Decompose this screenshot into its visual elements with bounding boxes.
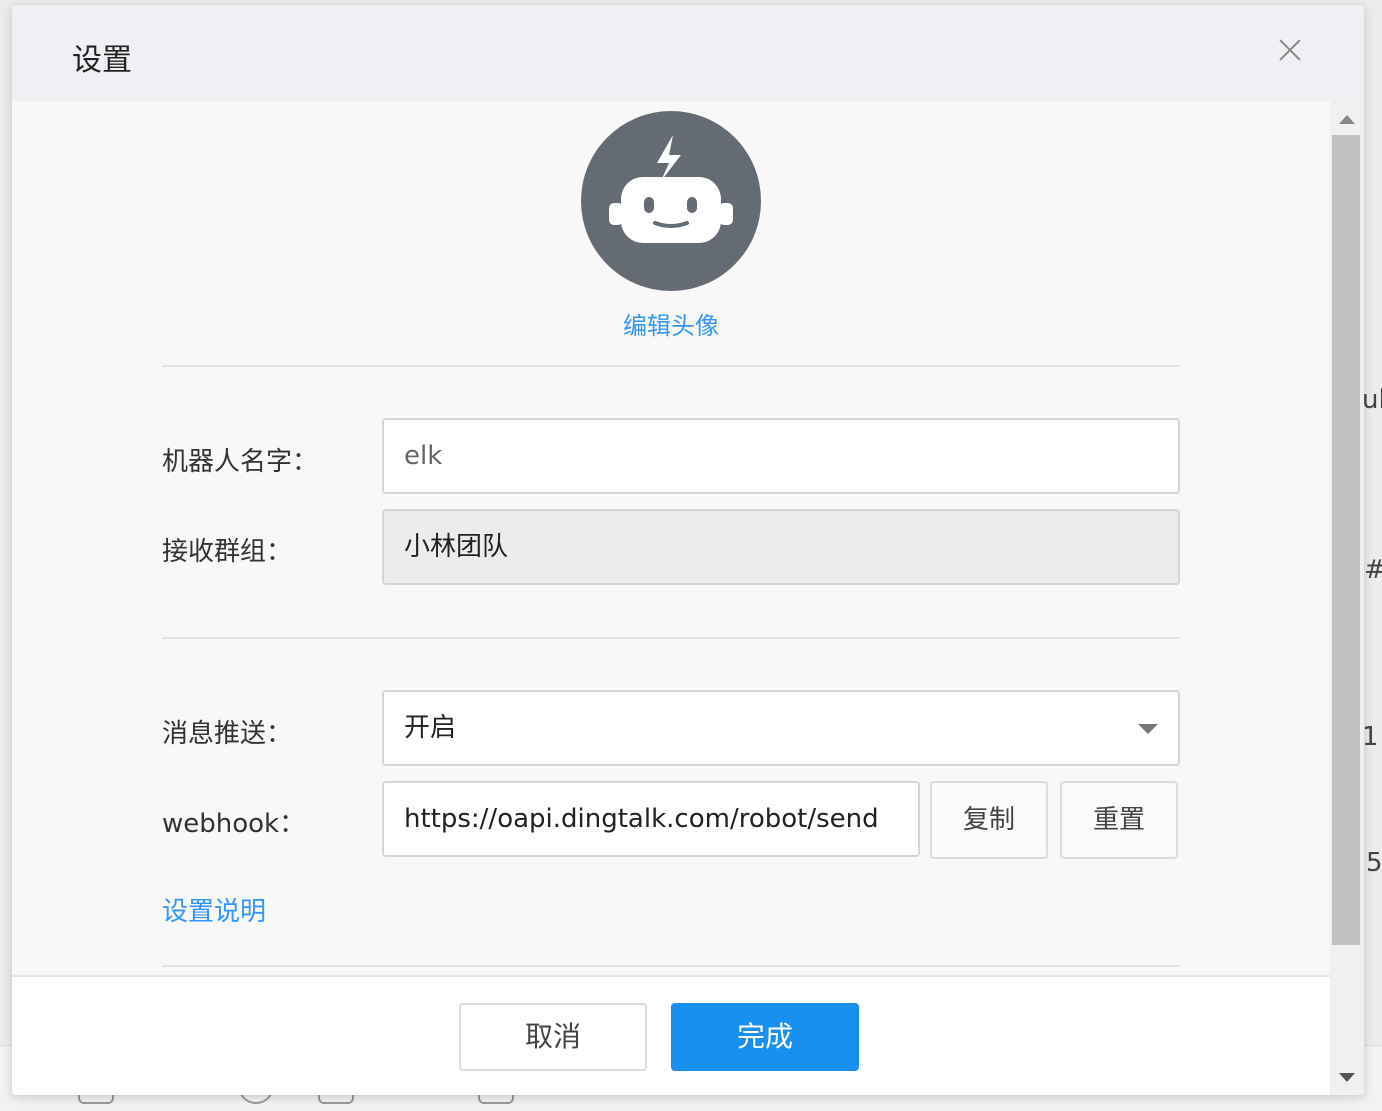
robot-name-input[interactable]: elk	[382, 418, 1180, 494]
group-label: 接收群组：	[162, 537, 293, 567]
edit-avatar-link[interactable]: 编辑头像	[572, 306, 770, 341]
reset-button[interactable]: 重置	[1060, 781, 1178, 859]
push-select[interactable]: 开启	[382, 690, 1180, 766]
scrollbar[interactable]	[1330, 101, 1364, 1095]
webhook-input[interactable]: https://oapi.dingtalk.com/robot/send	[382, 781, 920, 857]
robot-icon	[609, 135, 733, 243]
help-link[interactable]: 设置说明	[162, 891, 266, 928]
push-select-value: 开启	[404, 713, 457, 743]
copy-button[interactable]: 复制	[930, 781, 1048, 859]
cancel-button[interactable]: 取消	[459, 1003, 647, 1071]
dialog-footer: 取消 完成	[12, 975, 1330, 1095]
webhook-label: webhook：	[162, 809, 306, 839]
settings-dialog: 设置 编辑头像 机器人名字： elk 接收群组： 小林团队 消息推送： 开启 w…	[12, 5, 1364, 1095]
dialog-body: 编辑头像 机器人名字： elk 接收群组： 小林团队 消息推送： 开启 webh…	[12, 101, 1330, 975]
background-text: 5	[1366, 848, 1382, 878]
robot-name-label: 机器人名字：	[162, 447, 319, 477]
close-icon[interactable]	[1274, 37, 1306, 69]
group-field: 小林团队	[382, 509, 1180, 585]
background-text: #	[1364, 555, 1382, 585]
done-button[interactable]: 完成	[671, 1003, 859, 1071]
background-text: 1	[1362, 722, 1379, 752]
scroll-up-icon[interactable]	[1339, 115, 1355, 124]
dialog-header: 设置	[12, 5, 1364, 101]
divider	[162, 965, 1180, 967]
divider	[162, 365, 1180, 367]
scroll-thumb[interactable]	[1332, 135, 1360, 945]
robot-avatar	[581, 111, 761, 291]
background-text: ul	[1362, 385, 1382, 415]
chevron-down-icon	[1138, 724, 1158, 734]
push-label: 消息推送：	[162, 719, 293, 749]
scroll-down-icon[interactable]	[1339, 1073, 1355, 1082]
dialog-title: 设置	[72, 43, 132, 78]
divider	[162, 637, 1180, 639]
